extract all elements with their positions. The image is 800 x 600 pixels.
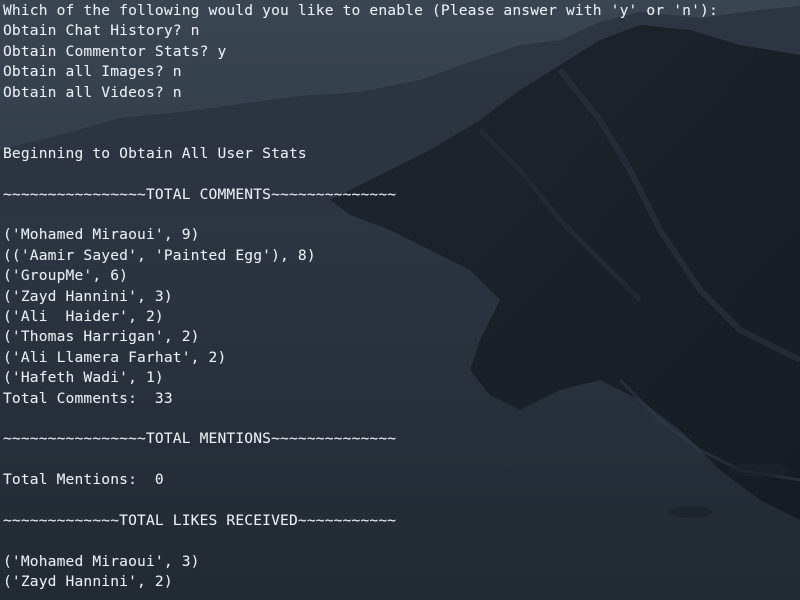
terminal-line: ('Mohamed Miraoui', 9)	[3, 226, 200, 244]
terminal-line: Which of the following would you like to…	[3, 2, 718, 19]
terminal-line: Obtain all Videos? n	[3, 83, 182, 101]
terminal-line: ('Zayd Hannini', 2)	[3, 573, 173, 591]
terminal-line: ('Thomas Harrigan', 2)	[3, 328, 200, 346]
terminal-line: ('Ali Llamera Farhat', 2)	[3, 348, 227, 366]
terminal-line: Obtain Chat History? n	[3, 22, 200, 40]
terminal-line: ('GroupMe', 6)	[3, 267, 129, 285]
terminal-line: ('Zayd Hannini', 3)	[3, 287, 173, 305]
terminal-output: Which of the following would you like to…	[0, 0, 800, 600]
terminal-line: Beginning to Obtain All User Stats	[3, 144, 307, 162]
terminal-line: ~~~~~~~~~~~~~~~~TOTAL COMMENTS~~~~~~~~~~…	[3, 185, 397, 203]
terminal-line: Obtain all Images? n	[3, 63, 182, 81]
terminal-line: ('Ali Haider', 2)	[3, 308, 164, 325]
terminal-line: Total Mentions: 0	[3, 471, 164, 489]
terminal-line: ~~~~~~~~~~~~~~~~TOTAL MENTIONS~~~~~~~~~~…	[3, 430, 397, 448]
terminal-line: ~~~~~~~~~~~~~TOTAL LIKES RECEIVED~~~~~~~…	[3, 512, 397, 529]
terminal-line: Obtain Commentor Stats? y	[3, 42, 227, 60]
terminal-line: ('Hafeth Wadi', 1)	[3, 369, 164, 387]
terminal-line: Total Comments: 33	[3, 389, 173, 407]
terminal-line: (('Aamir Sayed', 'Painted Egg'), 8)	[3, 246, 316, 264]
terminal-line: ('Mohamed Miraoui', 3)	[3, 552, 200, 570]
